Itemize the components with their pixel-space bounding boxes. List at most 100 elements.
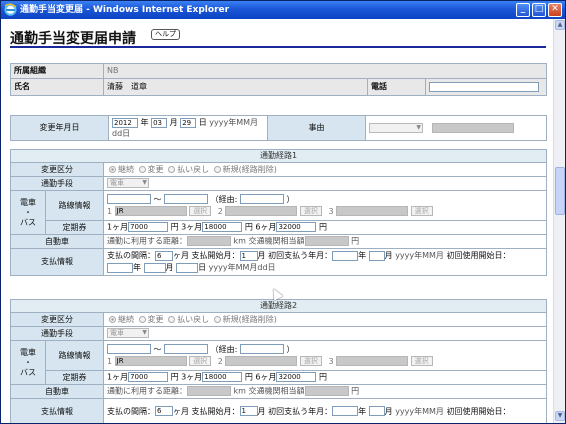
route-to-input[interactable] bbox=[164, 194, 209, 204]
change-year-input[interactable]: 2012 bbox=[112, 117, 138, 128]
first-pay-year-input[interactable] bbox=[332, 250, 359, 261]
kubun-label: 変更区分 bbox=[10, 162, 104, 177]
kubun-radio-change[interactable] bbox=[138, 315, 146, 323]
minimize-button[interactable]: _ bbox=[516, 3, 530, 17]
first-use-year-input[interactable] bbox=[107, 262, 133, 273]
scroll-up-arrow-icon[interactable]: ▲ bbox=[555, 20, 565, 30]
route-from-input[interactable] bbox=[107, 344, 151, 354]
car-distance-field bbox=[187, 236, 231, 247]
kubun-option-label: 払い戻し bbox=[177, 314, 210, 324]
start-unit: 月 bbox=[257, 251, 266, 260]
org-value: NB bbox=[102, 63, 548, 79]
kubun-radio-new[interactable] bbox=[213, 315, 221, 323]
help-button[interactable]: ヘルプ bbox=[151, 29, 180, 40]
name-label: 氏名 bbox=[10, 78, 104, 96]
teiki-1m-input[interactable]: 7000 bbox=[128, 222, 169, 233]
teiki-3m-input[interactable]: 18000 bbox=[202, 372, 243, 383]
start-month-input[interactable]: 1 bbox=[239, 406, 258, 416]
route-to-input[interactable] bbox=[164, 344, 209, 354]
first-year-unit: 年 bbox=[358, 251, 367, 260]
start-label: 支払開始月： bbox=[191, 251, 240, 260]
chevron-down-icon: ▼ bbox=[142, 329, 147, 337]
first-use-label: 初回使用開始日： bbox=[446, 406, 511, 416]
kubun-radio-new[interactable] bbox=[213, 165, 221, 173]
first-pay-month-input[interactable] bbox=[368, 406, 385, 416]
kubun-radio-continue[interactable] bbox=[109, 315, 116, 323]
interval-label: 支払の間隔： bbox=[107, 251, 155, 260]
first-pay-month-input[interactable] bbox=[368, 250, 385, 261]
car-label: 自動車 bbox=[10, 234, 104, 249]
route-from-input[interactable] bbox=[107, 194, 151, 204]
m3-label: 円 3ヶ月 bbox=[170, 372, 203, 382]
kubun-radio-change[interactable] bbox=[138, 165, 146, 173]
day-unit: 日 bbox=[198, 118, 207, 127]
pay-label: 支払情報 bbox=[10, 398, 104, 423]
shudan-select[interactable]: 電車 ▼ bbox=[107, 178, 149, 189]
line3-select-button[interactable]: 選択 bbox=[410, 356, 433, 366]
tilde: ～ bbox=[153, 344, 162, 354]
change-month-input[interactable]: 03 bbox=[151, 117, 168, 128]
line2-select-button[interactable]: 選択 bbox=[299, 206, 322, 216]
first-pay-year-input[interactable] bbox=[332, 406, 359, 416]
close-button[interactable]: ✕ bbox=[548, 3, 562, 17]
line2-field bbox=[225, 206, 298, 216]
interval-unit: ヶ月 bbox=[173, 251, 189, 260]
kubun-radio-refund[interactable] bbox=[168, 315, 176, 323]
yen-unit: 円 bbox=[351, 386, 360, 396]
reason-text bbox=[431, 122, 514, 133]
first-pay-label: 初回支払う年月： bbox=[268, 251, 333, 260]
first-pay-label: 初回支払う年月： bbox=[268, 406, 333, 416]
line3-select-button[interactable]: 選択 bbox=[410, 206, 433, 216]
interval-input[interactable]: 6 bbox=[155, 250, 173, 261]
scroll-down-arrow-icon[interactable]: ▼ bbox=[555, 411, 565, 421]
scrollbar-thumb[interactable] bbox=[555, 167, 565, 215]
teiki-label: 定期券 bbox=[45, 370, 104, 385]
first-use-month-input[interactable] bbox=[143, 262, 166, 273]
kubun-radio-continue[interactable] bbox=[109, 165, 116, 173]
reason-label: 事由 bbox=[267, 115, 366, 141]
teiki-label: 定期券 bbox=[45, 220, 104, 235]
m3-label: 円 3ヶ月 bbox=[170, 222, 203, 232]
kubun-label: 変更区分 bbox=[10, 312, 104, 327]
car-distance-label: 通勤に利用する距離： bbox=[107, 386, 187, 396]
teiki-6m-input[interactable]: 32000 bbox=[276, 222, 317, 233]
teiki-3m-input[interactable]: 18000 bbox=[202, 222, 243, 233]
via-close: ） bbox=[286, 344, 295, 354]
route-via-input[interactable] bbox=[239, 344, 284, 354]
title-bar: 通勤手当変更届 - Windows Internet Explorer _ □ … bbox=[1, 1, 565, 19]
browser-window: 通勤手当変更届 - Windows Internet Explorer _ □ … bbox=[0, 0, 566, 424]
teiki-1m-input[interactable]: 7000 bbox=[128, 372, 169, 383]
line1-select-button[interactable]: 選択 bbox=[189, 206, 212, 216]
vertical-scrollbar[interactable]: ▲ ▼ bbox=[553, 19, 565, 423]
teiki-6m-input[interactable]: 32000 bbox=[276, 372, 317, 383]
m1-label: 1ヶ月 bbox=[107, 372, 129, 382]
phone-input[interactable] bbox=[429, 81, 539, 92]
date-month-unit: 月 bbox=[165, 263, 174, 272]
title-divider bbox=[10, 46, 546, 48]
line2-field bbox=[225, 356, 298, 366]
line2-select-button[interactable]: 選択 bbox=[299, 356, 322, 366]
change-day-input[interactable]: 29 bbox=[180, 117, 197, 128]
window-title: 通勤手当変更届 - Windows Internet Explorer bbox=[20, 5, 230, 15]
via-close: ） bbox=[286, 194, 295, 204]
maximize-button[interactable]: □ bbox=[532, 3, 546, 17]
month-unit: 月 bbox=[169, 118, 178, 127]
line1-select-button[interactable]: 選択 bbox=[189, 356, 212, 366]
kubun-radio-refund[interactable] bbox=[168, 165, 176, 173]
pay-label: 支払情報 bbox=[10, 248, 104, 276]
interval-unit: ヶ月 bbox=[173, 406, 189, 416]
route-via-input[interactable] bbox=[239, 194, 284, 204]
first-use-day-input[interactable] bbox=[176, 262, 199, 273]
train-bus-label: 電車・バス bbox=[10, 190, 46, 235]
start-label: 支払開始月： bbox=[191, 406, 240, 416]
start-month-input[interactable]: 1 bbox=[239, 250, 258, 261]
reason-select[interactable]: ▼ bbox=[369, 122, 423, 133]
interval-input[interactable]: 6 bbox=[155, 406, 173, 416]
kubun-option-label: 変更 bbox=[147, 164, 164, 174]
shudan-value: 電車 bbox=[110, 329, 124, 338]
line3-field bbox=[336, 206, 409, 216]
first-use-label: 初回使用開始日： bbox=[446, 251, 511, 260]
kubun-option-label: 変更 bbox=[147, 314, 164, 324]
shudan-select[interactable]: 電車 ▼ bbox=[107, 328, 149, 339]
bus-label: バス bbox=[20, 217, 36, 227]
